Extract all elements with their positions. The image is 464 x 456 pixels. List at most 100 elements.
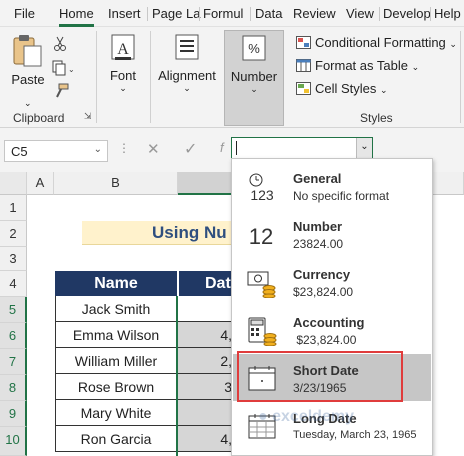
sheet-title: Using Nu [152, 223, 227, 242]
selection-outline [176, 296, 180, 456]
format-title: Currency [293, 267, 351, 282]
tab-data[interactable]: Data [255, 6, 282, 21]
group-separator [460, 31, 461, 123]
date-cell[interactable]: 4, [177, 322, 238, 348]
table-row: Rose Brown 3 [55, 374, 238, 400]
row-header-9[interactable]: 9 [0, 401, 27, 427]
tab-view[interactable]: View [346, 6, 374, 21]
cell-styles-button[interactable]: Cell Styles ⌄ [296, 81, 388, 96]
column-header-b[interactable]: B [54, 172, 178, 195]
number-dropdown-icon: ⌄ [250, 84, 258, 94]
table-header-name[interactable]: Name [55, 271, 177, 296]
alignment-label: Alignment [158, 68, 216, 83]
svg-text:12: 12 [249, 224, 273, 249]
row-header-8[interactable]: 8 [0, 375, 27, 401]
chevron-down-icon: ⌄ [380, 85, 388, 95]
name-cell[interactable]: Jack Smith [55, 296, 177, 322]
copy-icon[interactable]: ⌄ [52, 60, 74, 76]
alignment-dropdown-icon: ⌄ [183, 83, 191, 93]
header-name-label: Name [94, 275, 138, 292]
currency-icon [247, 271, 276, 298]
format-option-short-date[interactable]: Short Date 3/23/1965 [233, 351, 431, 402]
sheet-title-cell[interactable]: Using Nu [82, 221, 238, 245]
column-header-c[interactable] [178, 172, 238, 195]
tab-page-layout[interactable]: Page La [152, 6, 200, 21]
date-cell[interactable]: 2, [177, 348, 238, 374]
row-header-2[interactable]: 2 [0, 221, 27, 247]
tab-review[interactable]: Review [293, 6, 336, 21]
format-option-accounting[interactable]: Accounting $23,824.00 [233, 306, 431, 353]
number-label: Number [230, 69, 278, 84]
date-cell[interactable]: 3 [177, 374, 238, 400]
select-all-corner[interactable] [0, 172, 27, 195]
tab-separator [199, 7, 200, 21]
format-option-currency[interactable]: Currency $23,824.00 [233, 258, 431, 305]
conditional-formatting-label: Conditional Formatting [315, 35, 446, 50]
format-option-number[interactable]: 12 Number 23824.00 [233, 210, 431, 257]
number-percent-icon: % [242, 35, 266, 61]
table-header-date[interactable]: Dat [178, 271, 238, 296]
paste-button[interactable]: Paste [8, 33, 48, 93]
paste-icon [13, 35, 42, 67]
name-box[interactable]: C5 ⌄ [4, 140, 108, 162]
cell-styles-label: Cell Styles [315, 81, 377, 96]
format-option-general[interactable]: 123 General No specific format [233, 162, 431, 209]
number-format-dropdown-button[interactable]: ⌄ [356, 138, 372, 158]
date-cell[interactable]: 4, [177, 426, 238, 452]
row-header-7[interactable]: 7 [0, 349, 27, 375]
row-header-4[interactable]: 4 [0, 271, 27, 297]
cancel-icon[interactable]: ✕ [147, 140, 160, 158]
format-painter-icon[interactable] [53, 83, 69, 99]
font-icon: A [111, 34, 135, 60]
row-header-1[interactable]: 1 [0, 195, 27, 221]
tab-insert[interactable]: Insert [108, 6, 141, 21]
format-as-table-button[interactable]: Format as Table ⌄ [296, 58, 419, 73]
name-cell[interactable]: Ron Garcia [55, 426, 177, 452]
date-cell[interactable] [177, 296, 238, 322]
svg-text:⌄: ⌄ [68, 65, 74, 74]
name-cell[interactable]: Emma Wilson [55, 322, 177, 348]
name-box-value: C5 [11, 144, 28, 159]
paste-dropdown-icon[interactable]: ⌄ [24, 98, 32, 109]
row-header-10[interactable]: 10 [0, 427, 27, 456]
tab-developer[interactable]: Develop [383, 6, 431, 21]
formula-bar-grip-icon[interactable]: ⋮ [118, 141, 130, 155]
tab-file[interactable]: File [14, 6, 35, 21]
font-button[interactable]: A Font ⌄ [104, 33, 142, 103]
format-title: General [293, 171, 342, 186]
row-header-6[interactable]: 6 [0, 323, 27, 349]
date-cell[interactable] [177, 400, 238, 426]
clipboard-launcher-icon[interactable]: ⇲ [84, 111, 92, 122]
tab-help[interactable]: Help [434, 6, 461, 21]
paste-label: Paste [11, 72, 45, 87]
row-header-5[interactable]: 5 [0, 297, 27, 323]
format-as-table-label: Format as Table [315, 58, 408, 73]
format-as-table-icon [296, 59, 311, 72]
tab-formulas[interactable]: Formul [203, 6, 243, 21]
font-dropdown-icon: ⌄ [119, 83, 127, 93]
name-cell[interactable]: Rose Brown [55, 374, 177, 400]
enter-icon[interactable]: ✓ [184, 139, 197, 159]
watermark-text: exceldemy [272, 408, 354, 425]
format-example: 3/23/1965 [293, 381, 347, 395]
name-cell[interactable]: Mary White [55, 400, 177, 426]
tab-home[interactable]: Home [59, 6, 94, 27]
conditional-formatting-icon [296, 36, 311, 49]
accounting-icon [248, 317, 277, 346]
name-box-dropdown-icon[interactable]: ⌄ [94, 144, 102, 155]
number-12-icon: 12 [249, 224, 273, 249]
row-header-3[interactable]: 3 [0, 247, 27, 271]
tab-separator [147, 7, 148, 21]
conditional-formatting-button[interactable]: Conditional Formatting ⌄ [296, 35, 457, 50]
number-button[interactable]: % Number ⌄ [224, 30, 284, 126]
styles-group-label: Styles [360, 111, 393, 125]
insert-function-icon[interactable]: f [220, 140, 224, 155]
svg-text:%: % [248, 41, 260, 56]
number-format-combo[interactable]: ⌄ [231, 137, 373, 159]
column-header-a[interactable]: A [27, 172, 54, 195]
cut-icon[interactable] [53, 36, 67, 52]
name-cell[interactable]: William Miller [55, 348, 177, 374]
alignment-button[interactable]: Alignment ⌄ [155, 33, 219, 103]
format-example: No specific format [293, 189, 390, 203]
watermark-logo-icon: ● [258, 408, 268, 425]
